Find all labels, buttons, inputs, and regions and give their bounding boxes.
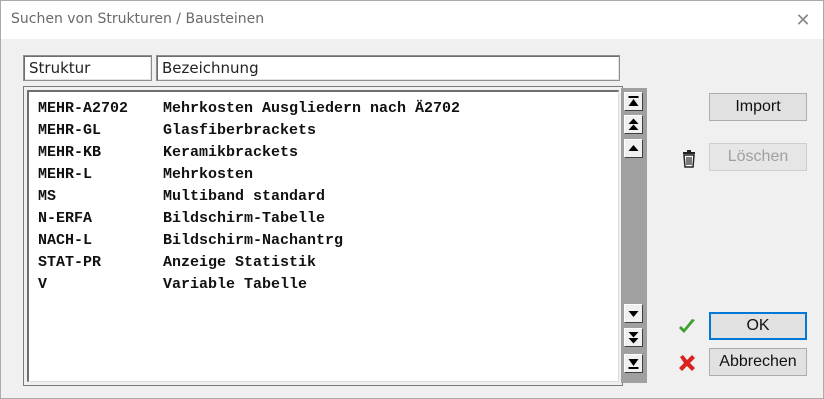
list-item-code: MS	[38, 188, 57, 205]
scroll-to-bottom-icon[interactable]	[624, 354, 643, 373]
list-item-name: Mehrkosten Ausgliedern nach Ä2702	[163, 100, 461, 117]
page-up-icon[interactable]	[624, 115, 643, 134]
scroll-to-top-icon[interactable]	[624, 92, 643, 111]
scroll-down-icon[interactable]	[624, 304, 643, 323]
list-item-code: MEHR-A2702	[38, 100, 129, 117]
delete-button[interactable]: Löschen	[709, 143, 807, 171]
list-item-name: Multiband standard	[163, 188, 326, 205]
column-header-bezeichnung[interactable]: Bezeichnung	[156, 55, 620, 81]
list-scrollbar[interactable]	[621, 88, 647, 383]
list-item-name: Mehrkosten	[163, 166, 254, 183]
list-item-name: Bildschirm-Tabelle	[163, 210, 326, 227]
close-icon[interactable]: ✕	[789, 7, 817, 33]
list-item[interactable]: MEHR-KB Keramikbrackets	[38, 144, 298, 164]
list-item-code: NACH-L	[38, 232, 93, 249]
list-item[interactable]: N-ERFA Bildschirm-Tabelle	[38, 210, 325, 230]
trash-icon	[679, 149, 699, 169]
scroll-up-icon[interactable]	[624, 139, 643, 158]
list-item-code: MEHR-GL	[38, 122, 102, 139]
check-icon	[677, 317, 697, 337]
list-item-code: STAT-PR	[38, 254, 102, 271]
list-item[interactable]: V Variable Tabelle	[38, 276, 307, 296]
title-bar: Suchen von Strukturen / Bausteinen ✕	[1, 1, 823, 39]
cancel-button[interactable]: Abbrechen	[709, 348, 807, 376]
list-item[interactable]: MEHR-A2702 Mehrkosten Ausgliedern nach Ä…	[38, 100, 460, 120]
list-item-name: Glasfiberbrackets	[163, 122, 317, 139]
import-button[interactable]: Import	[709, 93, 807, 121]
column-header-struktur[interactable]: Struktur	[23, 55, 152, 81]
list-item-code: V	[38, 276, 48, 293]
ok-button[interactable]: OK	[709, 312, 807, 340]
structure-list[interactable]: MEHR-A2702 Mehrkosten Ausgliedern nach Ä…	[27, 90, 619, 382]
page-down-icon[interactable]	[624, 328, 643, 347]
list-item[interactable]: MEHR-L Mehrkosten	[38, 166, 253, 186]
list-item-name: Variable Tabelle	[163, 276, 308, 293]
list-item[interactable]: MS Multiband standard	[38, 188, 325, 208]
cross-icon	[677, 353, 697, 373]
structure-list-frame: MEHR-A2702 Mehrkosten Ausgliedern nach Ä…	[23, 86, 623, 386]
search-structures-dialog: Suchen von Strukturen / Bausteinen ✕ Str…	[0, 0, 824, 399]
list-item-name: Anzeige Statistik	[163, 254, 317, 271]
list-item-name: Keramikbrackets	[163, 144, 299, 161]
list-item-code: MEHR-KB	[38, 144, 102, 161]
list-item[interactable]: MEHR-GL Glasfiberbrackets	[38, 122, 316, 142]
window-title: Suchen von Strukturen / Bausteinen	[11, 11, 265, 27]
list-item-name: Bildschirm-Nachantrg	[163, 232, 344, 249]
list-item-code: MEHR-L	[38, 166, 93, 183]
list-item[interactable]: STAT-PR Anzeige Statistik	[38, 254, 316, 274]
list-item[interactable]: NACH-L Bildschirm-Nachantrg	[38, 232, 343, 252]
list-item-code: N-ERFA	[38, 210, 93, 227]
